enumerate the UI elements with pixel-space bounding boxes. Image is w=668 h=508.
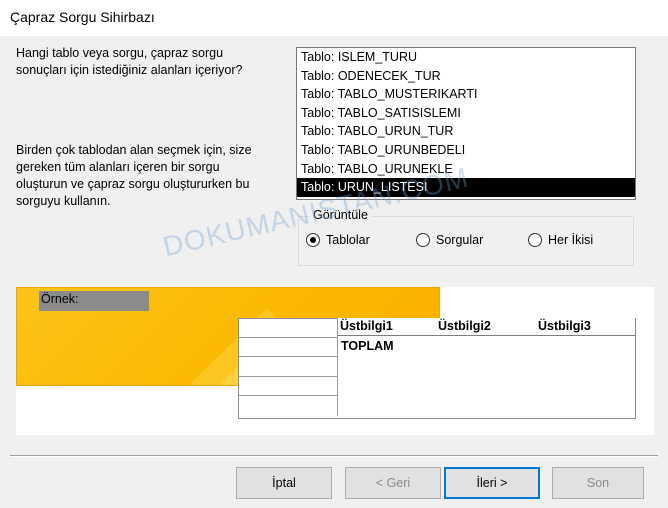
radio-unchecked-icon[interactable] [528, 233, 542, 247]
list-item[interactable]: Tablo: ISLEM_TURU [297, 48, 635, 67]
radio-tables-label: Tablolar [326, 233, 370, 247]
row-header-cell [238, 357, 338, 377]
list-item[interactable]: Tablo: TABLO_SATISISLEMI [297, 104, 635, 123]
separator [10, 455, 658, 457]
radio-queries-label: Sorgular [436, 233, 484, 247]
next-button[interactable]: İleri > [444, 467, 540, 499]
list-item[interactable]: Tablo: TABLO_URUN_TUR [297, 122, 635, 141]
radio-queries[interactable]: Sorgular [416, 233, 483, 247]
sample-column-headers: Üstbilgi1 Üstbilgi2 Üstbilgi3 [338, 318, 635, 336]
window-title: Çapraz Sorgu Sihirbazı [10, 9, 155, 25]
sample-total-label: TOPLAM [341, 339, 394, 353]
table-query-listbox[interactable]: Tablo: ISLEM_TURU Tablo: ODENECEK_TUR Ta… [296, 47, 636, 200]
radio-both[interactable]: Her İkisi [528, 233, 593, 247]
row-header-cell [238, 337, 338, 358]
instruction-hint: Birden çok tablodan alan seçmek için, si… [16, 143, 252, 208]
sample-row-header-column [238, 318, 338, 419]
list-item[interactable]: Tablo: TABLO_MUSTERIKARTI [297, 85, 635, 104]
row-header-cell [238, 396, 338, 416]
back-button[interactable]: < Geri [345, 467, 441, 499]
list-item[interactable]: Tablo: TABLO_URUNEKLE [297, 160, 635, 179]
column-header: Üstbilgi1 [340, 319, 393, 333]
radio-checked-icon[interactable] [306, 233, 320, 247]
column-header: Üstbilgi2 [438, 319, 491, 333]
view-group-legend: Görüntüle [310, 208, 371, 222]
radio-both-label: Her İkisi [548, 233, 594, 247]
radio-unchecked-icon[interactable] [416, 233, 430, 247]
list-item[interactable]: Tablo: TABLO_URUNBEDELI [297, 141, 635, 160]
title-bar: Çapraz Sorgu Sihirbazı [0, 0, 668, 36]
cancel-button[interactable]: İptal [236, 467, 332, 499]
radio-tables[interactable]: Tablolar [306, 233, 370, 247]
column-header: Üstbilgi3 [538, 319, 591, 333]
sample-label: Örnek: [39, 291, 149, 311]
list-item-selected[interactable]: Tablo: URUN_LISTESI [297, 178, 635, 197]
list-item[interactable]: Tablo: ODENECEK_TUR [297, 67, 635, 86]
instruction-question: Hangi tablo veya sorgu, çapraz sorgu son… [16, 46, 243, 77]
row-header-cell [238, 318, 338, 338]
finish-button[interactable]: Son [552, 467, 644, 499]
row-header-cell [238, 376, 338, 397]
